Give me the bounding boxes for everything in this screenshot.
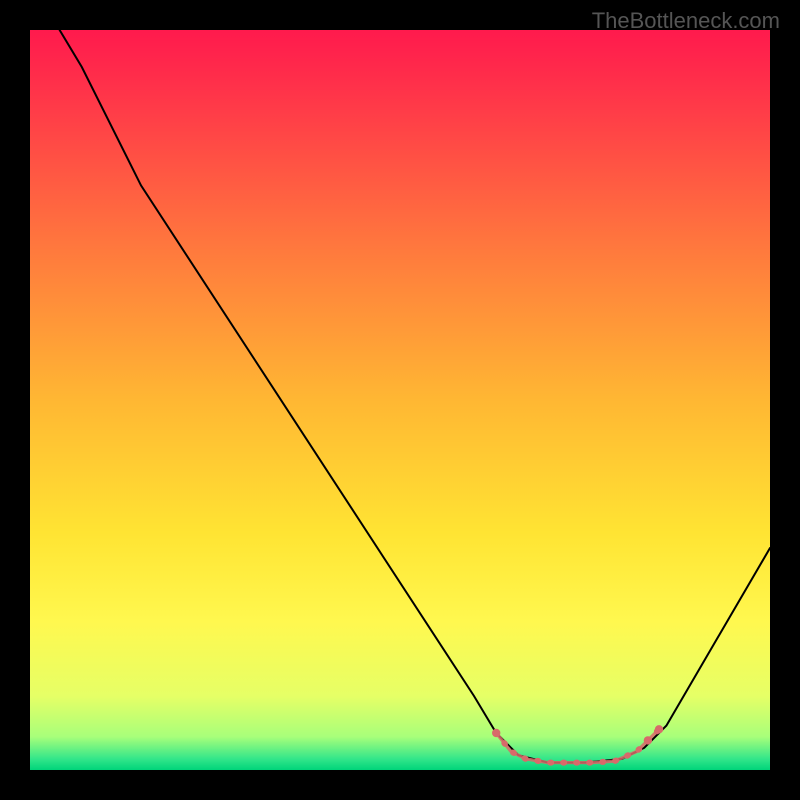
gradient-background: [30, 30, 770, 770]
plot-area: [30, 30, 770, 770]
bottleneck-chart: TheBottleneck.com: [0, 0, 800, 800]
watermark-text: TheBottleneck.com: [592, 8, 780, 34]
chart-svg: [30, 30, 770, 770]
